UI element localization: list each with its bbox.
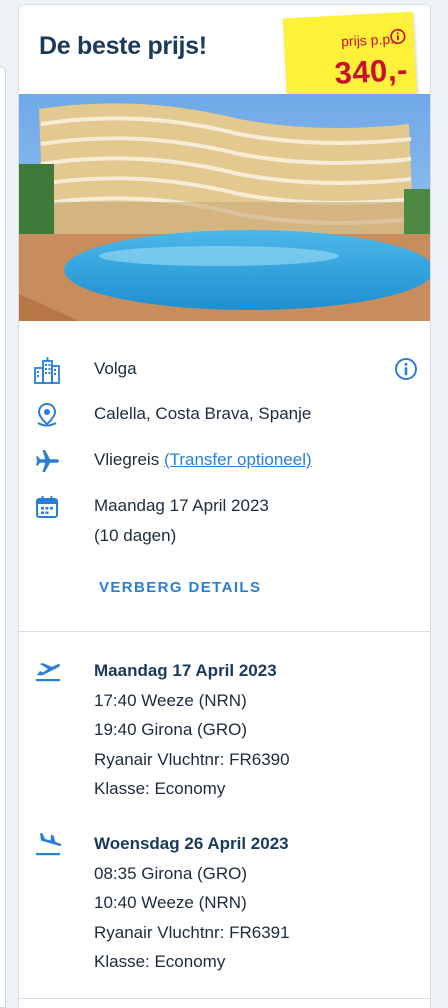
- card-title: De beste prijs!: [39, 32, 207, 60]
- plane-arrival-icon: [33, 829, 63, 859]
- return-arrival: 10:40 Weeze (NRN): [94, 893, 247, 912]
- outbound-departure: 17:40 Weeze (NRN): [94, 690, 247, 710]
- airplane-icon: [31, 445, 63, 477]
- hotel-info-icon[interactable]: [394, 357, 418, 381]
- divider: [19, 631, 430, 632]
- price-label: prijs p.p.: [340, 30, 395, 50]
- trip-duration: (10 dagen): [94, 526, 177, 545]
- hide-details-button[interactable]: VERBERG DETAILS: [99, 579, 261, 596]
- price-tag: prijs p.p. 340,-: [282, 11, 418, 107]
- price-value: 340,-: [333, 52, 409, 91]
- return-carrier: Ryanair Vluchtnr: FR6391: [94, 922, 290, 942]
- outbound-carrier: Ryanair Vluchtnr: FR6390: [94, 749, 290, 769]
- outbound-class: Klasse: Economy: [94, 779, 226, 798]
- return-departure: 08:35 Girona (GRO): [94, 863, 248, 883]
- travel-type: Vliegreis (Transfer optioneel): [94, 445, 312, 475]
- transfer-link[interactable]: (Transfer optioneel): [164, 450, 312, 469]
- travel-type-label: Vliegreis: [94, 450, 160, 469]
- plane-departure-icon: [33, 656, 63, 686]
- background-panel-edge: [0, 66, 6, 1008]
- calendar-icon: [31, 491, 63, 523]
- trip-date: Maandag 17 April 2023: [94, 496, 269, 515]
- outbound-date: Maandag 17 April 2023: [94, 661, 277, 680]
- outbound-arrival: 19:40 Girona (GRO): [94, 720, 248, 739]
- price-info-icon[interactable]: [389, 28, 406, 45]
- hotel-photo[interactable]: [19, 94, 431, 321]
- map-pin-icon: [31, 399, 63, 431]
- hotel-name: Volga: [94, 359, 137, 378]
- return-details: Woensdag 26 April 2023 08:35 Girona (GRO…: [94, 829, 290, 977]
- deal-card: De beste prijs! prijs p.p. 340,- Volga C…: [18, 4, 431, 1008]
- outbound-details: Maandag 17 April 2023 17:40 Weeze (NRN) …: [94, 656, 290, 804]
- return-class: Klasse: Economy: [94, 952, 226, 971]
- hotel-location: Calella, Costa Brava, Spanje: [94, 404, 312, 423]
- divider: [19, 998, 430, 999]
- return-date: Woensdag 26 April 2023: [94, 834, 289, 853]
- building-icon: [31, 354, 63, 386]
